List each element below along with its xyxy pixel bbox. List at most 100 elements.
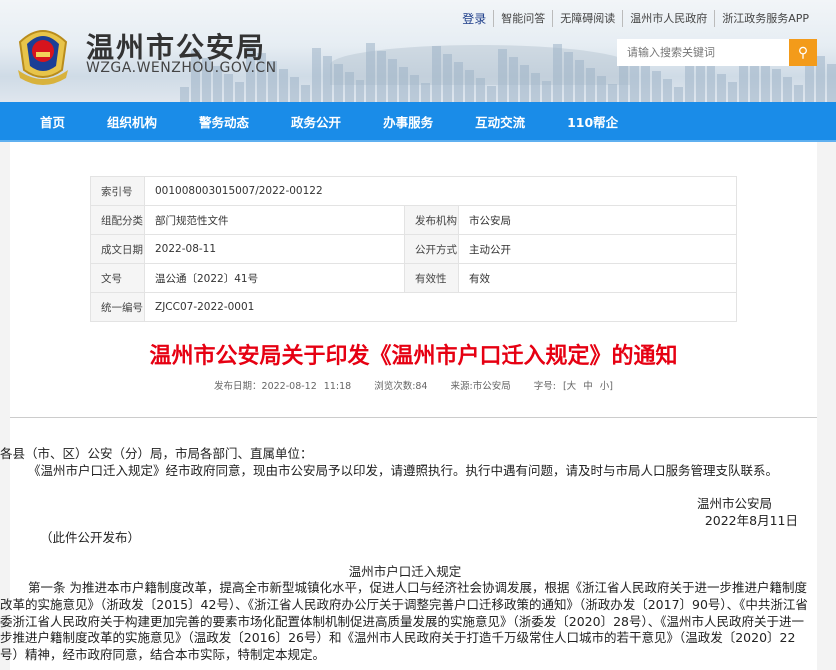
building: [223, 74, 233, 102]
building: [596, 76, 606, 102]
building: [794, 85, 804, 102]
building: [552, 44, 562, 102]
building: [574, 60, 584, 102]
date-value: 2022-08-11: [144, 234, 405, 264]
paragraph: 《温州市户口迁入规定》经市政府同意，现由市公安局予以印发，请遵照执行。执行中遇有…: [28, 462, 779, 478]
building: [783, 77, 793, 102]
building: [355, 80, 365, 102]
date-label: 成文日期: [90, 234, 145, 264]
building: [333, 64, 343, 102]
nav-gov-affairs[interactable]: 政务公开: [291, 112, 341, 131]
nav-services[interactable]: 办事服务: [383, 112, 433, 131]
building: [673, 87, 683, 102]
nav-110-business[interactable]: 110帮企: [567, 112, 618, 131]
building: [541, 81, 551, 102]
salutation: 各县（市、区）公安（分）局，市局各部门、直属单位：: [0, 446, 313, 461]
font-size-switch[interactable]: 字号: [大 中 小]: [534, 381, 613, 392]
accessibility-link[interactable]: 无障碍阅读: [552, 10, 622, 27]
article-title: 温州市公安局关于印发《温州市户口迁入规定》的通知: [149, 344, 678, 369]
search-input[interactable]: [617, 39, 789, 66]
public-note: （此件公开发布）: [40, 529, 141, 545]
building: [640, 63, 650, 102]
search-button[interactable]: ⚲: [789, 39, 817, 66]
building: [662, 79, 672, 102]
nav-home[interactable]: 首页: [40, 112, 65, 131]
building: [300, 85, 310, 102]
main-nav: 首页 组织机构 警务动态 政务公开 办事服务 互动交流 110帮企: [0, 102, 836, 142]
article-1: 第一条 为推进本市户籍制度改革，提高全市新型城镇化水平，促进人口与经济社会协调发…: [0, 580, 808, 663]
police-emblem-icon: [18, 30, 68, 85]
unified-value: ZJCC07-2022-0001: [144, 292, 737, 322]
building: [399, 67, 409, 102]
building: [498, 49, 508, 102]
content-area: 索引号 001008003015007/2022-00122 组配分类 部门规范性文…: [0, 142, 817, 670]
source: 来源:市公安局: [450, 381, 511, 392]
building: [344, 72, 354, 102]
building: [563, 52, 573, 102]
building: [607, 84, 617, 102]
validity-label: 有效性: [404, 263, 459, 293]
building: [772, 69, 782, 102]
top-links: 登录 智能问答 无障碍阅读 温州市人民政府 浙江政务服务APP: [455, 10, 816, 27]
disclosure-label: 公开方式: [404, 234, 459, 264]
building: [520, 65, 529, 102]
article-info: 发布日期：2022-08-12 11:18 浏览次数:84 来源:市公安局 字号…: [10, 378, 817, 392]
building: [377, 51, 387, 102]
building: [289, 77, 299, 102]
building: [366, 43, 376, 102]
category-value: 部门规范性文件: [144, 205, 405, 235]
login-link[interactable]: 登录: [455, 10, 493, 27]
nav-organization[interactable]: 组织机构: [107, 112, 157, 131]
validity-value: 有效: [458, 263, 737, 293]
building: [443, 54, 453, 102]
building: [816, 56, 826, 102]
building: [432, 46, 442, 102]
nav-interaction[interactable]: 互动交流: [475, 112, 525, 131]
publisher-label: 发布机构: [404, 205, 459, 235]
zj-app-link[interactable]: 浙江政务服务APP: [714, 10, 816, 27]
building: [421, 83, 431, 102]
article-body: 各县（市、区）公安（分）局，市局各部门、直属单位： 《温州市户口迁入规定》经市政…: [0, 446, 810, 664]
index-value: 001008003015007/2022-00122: [144, 176, 737, 206]
divider: [10, 417, 817, 418]
building: [476, 78, 486, 102]
building: [531, 73, 540, 102]
building: [410, 75, 420, 102]
building: [706, 66, 716, 102]
building: [487, 86, 497, 102]
sign-date: 2022年8月11日: [704, 513, 798, 529]
building: [311, 48, 321, 102]
building: [454, 62, 464, 102]
document-meta-table: 索引号 001008003015007/2022-00122 组配分类 部门规范性文…: [90, 176, 737, 322]
building: [827, 64, 836, 102]
docno-label: 文号: [90, 263, 145, 293]
nav-police-news[interactable]: 警务动态: [199, 112, 249, 131]
building: [180, 87, 189, 102]
rule-title: 温州市户口迁入规定: [348, 563, 462, 579]
publish-date: 发布日期：2022-08-12 11:18: [214, 381, 352, 392]
city-gov-link[interactable]: 温州市人民政府: [622, 10, 714, 27]
building: [465, 70, 475, 102]
building: [388, 59, 398, 102]
building: [509, 57, 519, 102]
site-header: 温州市公安局 WZGA.WENZHOU.GOV.CN 登录 智能问答 无障碍阅读…: [0, 0, 836, 102]
smart-qa-link[interactable]: 智能问答: [493, 10, 552, 27]
building: [728, 82, 738, 102]
building: [717, 74, 727, 102]
building: [761, 61, 771, 102]
building: [234, 82, 244, 102]
building: [585, 68, 595, 102]
publisher-value: 市公安局: [458, 205, 737, 235]
signer: 温州市公安局: [696, 496, 772, 512]
view-count: 浏览次数:84: [374, 381, 428, 392]
unified-label: 统一编号: [90, 292, 145, 322]
docno-value: 温公通〔2022〕41号: [144, 263, 405, 293]
building: [322, 56, 332, 102]
building: [651, 71, 661, 102]
disclosure-value: 主动公开: [458, 234, 737, 264]
index-label: 索引号: [90, 176, 145, 206]
building: [278, 69, 288, 102]
site-url: WZGA.WENZHOU.GOV.CN: [86, 60, 277, 76]
category-label: 组配分类: [90, 205, 145, 235]
search-box: ⚲: [617, 39, 817, 66]
